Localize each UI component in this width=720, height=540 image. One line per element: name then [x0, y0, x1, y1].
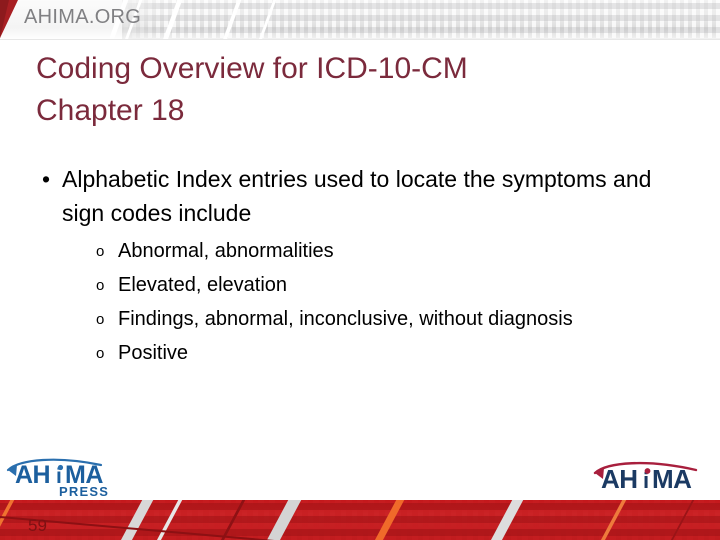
sub-bullet-marker-icon: o — [96, 345, 105, 362]
ahima-press-logo: AH i MA PRESS — [6, 456, 122, 500]
slide-body: • Alphabetic Index entries used to locat… — [36, 162, 684, 372]
slide-canvas: AHIMA.ORG Coding Overview for ICD-10-CM … — [0, 0, 720, 540]
list-item: o Findings, abnormal, inconclusive, with… — [96, 304, 684, 334]
list-item: o Positive — [96, 338, 684, 368]
sub-bullet-text: Abnormal, abnormalities — [118, 240, 334, 262]
sub-bullet-marker-icon: o — [96, 277, 105, 294]
svg-text:AH: AH — [15, 461, 50, 489]
svg-text:AH: AH — [601, 464, 638, 494]
list-item: o Abnormal, abnormalities — [96, 236, 684, 266]
list-item: o Elevated, elevation — [96, 270, 684, 300]
sub-bullet-text: Elevated, elevation — [118, 274, 288, 296]
header-divider — [0, 39, 720, 40]
ahima-logo: AH i MA — [592, 460, 704, 494]
bullet-list-level-2: o Abnormal, abnormalities o Elevated, el… — [62, 236, 684, 368]
sub-bullet-marker-icon: o — [96, 243, 105, 260]
list-item: • Alphabetic Index entries used to locat… — [36, 162, 684, 368]
page-title-line-2: Chapter 18 — [36, 94, 185, 127]
sub-bullet-text: Positive — [118, 342, 189, 364]
page-number: 59 — [28, 516, 47, 535]
svg-text:MA: MA — [652, 464, 692, 494]
bullet-list-level-1: • Alphabetic Index entries used to locat… — [36, 162, 684, 368]
header-red-triangle-shade-icon — [0, 0, 9, 38]
svg-text:PRESS: PRESS — [59, 484, 109, 499]
header-brand-label: AHIMA.ORG — [24, 6, 142, 28]
slide-header: AHIMA.ORG — [0, 0, 720, 40]
page-title: Coding Overview for ICD-10-CM Chapter 18 — [36, 48, 676, 132]
bullet-text: Alphabetic Index entries used to locate … — [62, 166, 652, 226]
sub-bullet-text: Findings, abnormal, inconclusive, withou… — [118, 308, 573, 330]
bullet-marker-icon: • — [42, 166, 51, 192]
footer-diagonal-stripes — [0, 500, 720, 540]
sub-bullet-marker-icon: o — [96, 311, 105, 328]
page-title-line-1: Coding Overview for ICD-10-CM — [36, 52, 468, 85]
footer-band — [0, 500, 720, 540]
